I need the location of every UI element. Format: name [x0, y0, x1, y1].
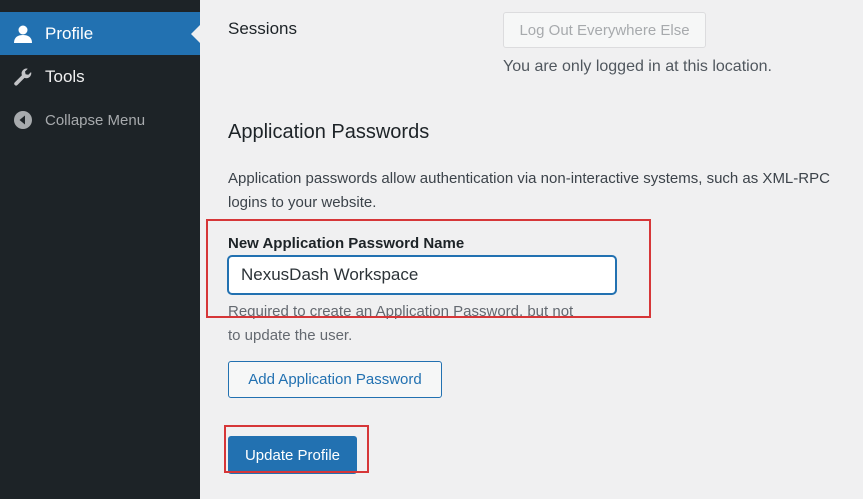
- add-application-password-button[interactable]: Add Application Password: [228, 361, 442, 398]
- update-profile-button[interactable]: Update Profile: [228, 436, 357, 474]
- wrench-icon: [12, 66, 34, 88]
- sidebar-item-tools[interactable]: Tools: [0, 56, 200, 98]
- section-description-cont: logins to your website.: [228, 194, 377, 211]
- field-help-text-cont: to update the user.: [228, 327, 353, 344]
- sessions-label: Sessions: [228, 19, 297, 38]
- logout-everywhere-button[interactable]: Log Out Everywhere Else: [503, 12, 706, 48]
- sidebar-item-label: Tools: [45, 67, 85, 86]
- app-password-name-input[interactable]: [228, 256, 616, 294]
- user-icon: [12, 23, 34, 45]
- app-password-name-label: New Application Password Name: [228, 235, 465, 252]
- admin-sidebar: Profile Tools Collapse Menu: [0, 0, 200, 499]
- sidebar-item-label: Collapse Menu: [45, 111, 146, 129]
- sidebar-item-collapse-menu[interactable]: Collapse Menu: [0, 100, 200, 140]
- field-help-text: Required to create an Application Passwo…: [228, 303, 574, 320]
- section-title: Application Passwords: [228, 121, 430, 143]
- session-note: You are only logged in at this location.: [503, 58, 772, 75]
- sidebar-item-profile[interactable]: Profile: [0, 12, 200, 55]
- sidebar-item-label: Profile: [45, 23, 94, 43]
- section-description: Application passwords allow authenticati…: [228, 170, 830, 187]
- collapse-arrow-icon: [12, 109, 34, 131]
